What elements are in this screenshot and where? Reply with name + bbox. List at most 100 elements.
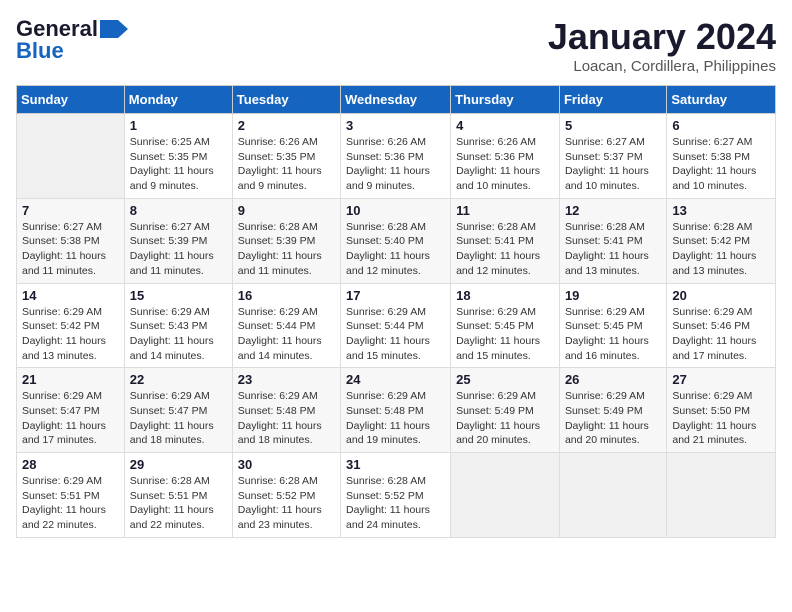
- month-title: January 2024: [548, 16, 776, 58]
- header-wednesday: Wednesday: [341, 86, 451, 114]
- cell-info: Sunrise: 6:29 AMSunset: 5:49 PMDaylight:…: [565, 389, 661, 448]
- cell-info: Sunrise: 6:27 AM Sunset: 5:38 PM Daylight:…: [672, 135, 770, 194]
- calendar-cell: 29 Sunrise: 6:28 AMSunset: 5:51 PMDayligh…: [124, 453, 232, 538]
- sunrise-text: Sunrise: 6:29 AM: [22, 390, 102, 402]
- daylight-text: Daylight: 11 hours and 17 minutes.: [22, 420, 106, 447]
- sunset-text: Sunset: 5:42 PM: [22, 320, 100, 332]
- daylight-text: Daylight: 11 hours and 9 minutes.: [130, 165, 214, 192]
- calendar-cell: 9Sunrise: 6:28 AMSunset: 5:39 PMDaylight…: [232, 198, 340, 283]
- sunset-text: Sunset: 5:52 PM: [346, 490, 424, 502]
- daylight-text: Daylight: 11 hours and 11 minutes.: [130, 250, 214, 277]
- cell-info: Sunrise: 6:27 AMSunset: 5:38 PMDaylight:…: [22, 220, 119, 279]
- cell-info: Sunrise: 6:29 AMSunset: 5:46 PMDaylight:…: [672, 305, 770, 364]
- cell-info: Sunrise: 6:29 AMSunset: 5:42 PMDaylight:…: [22, 305, 119, 364]
- cell-info: Sunrise: 6:29 AMSunset: 5:43 PMDaylight:…: [130, 305, 227, 364]
- day-number: 7: [22, 203, 119, 218]
- daylight-text: Daylight: 11 hours and 24 minutes.: [346, 504, 430, 531]
- sunset-text: Sunset: 5:40 PM: [346, 235, 424, 247]
- sunrise-text: Sunrise: 6:28 AM: [346, 475, 426, 487]
- cell-info: Sunrise: 6:29 AMSunset: 5:48 PMDaylight:…: [346, 389, 445, 448]
- day-number: 10: [346, 203, 445, 218]
- sunrise-text: Sunrise: 6:29 AM: [565, 390, 645, 402]
- calendar-cell: 11Sunrise: 6:28 AMSunset: 5:41 PMDayligh…: [451, 198, 560, 283]
- sunrise-text: Sunrise: 6:29 AM: [238, 306, 318, 318]
- sunset-text: Sunset: 5:47 PM: [22, 405, 100, 417]
- calendar-cell: 18Sunrise: 6:29 AMSunset: 5:45 PMDayligh…: [451, 283, 560, 368]
- cell-info: Sunrise: 6:29 AMSunset: 5:51 PMDaylight:…: [22, 474, 119, 533]
- sunset-text: Sunset: 5:36 PM: [456, 151, 534, 163]
- day-number: 29: [130, 457, 227, 472]
- sunset-text: Sunset: 5:46 PM: [672, 320, 750, 332]
- sunrise-text: Sunrise: 6:29 AM: [238, 390, 318, 402]
- sunrise-text: Sunrise: 6:29 AM: [456, 390, 536, 402]
- daylight-text: Daylight: 11 hours and 13 minutes.: [565, 250, 649, 277]
- cell-info: Sunrise: 6:26 AMSunset: 5:36 PMDaylight:…: [346, 135, 445, 194]
- sunrise-text: Sunrise: 6:29 AM: [22, 475, 102, 487]
- cell-info: Sunrise: 6:29 AMSunset: 5:44 PMDaylight:…: [346, 305, 445, 364]
- sunset-text: Sunset: 5:48 PM: [238, 405, 316, 417]
- calendar-cell: 28Sunrise: 6:29 AMSunset: 5:51 PMDayligh…: [17, 453, 125, 538]
- sunrise-text: Sunrise: 6:25 AM: [130, 136, 210, 148]
- calendar-cell: 2Sunrise: 6:26 AMSunset: 5:35 PMDaylight…: [232, 114, 340, 199]
- sunrise-text: Sunrise: 6:27 AM: [672, 136, 752, 148]
- sunset-text: Sunset: 5:35 PM: [238, 151, 316, 163]
- day-number: 6: [672, 118, 770, 133]
- cell-info: Sunrise: 6:28 AMSunset: 5:51 PMDaylight:…: [130, 474, 227, 533]
- logo: General Blue: [16, 16, 128, 64]
- page-header: General Blue January 2024 Loacan, Cordil…: [16, 16, 776, 75]
- calendar-cell: 17Sunrise: 6:29 AMSunset: 5:44 PMDayligh…: [341, 283, 451, 368]
- sunset-text: Sunset: 5:49 PM: [565, 405, 643, 417]
- daylight-text: Daylight: 11 hours and 22 minutes.: [22, 504, 106, 531]
- sunset-text: Sunset: 5:38 PM: [672, 151, 750, 163]
- cell-info: Sunrise: 6:25 AMSunset: 5:35 PMDaylight:…: [130, 135, 227, 194]
- daylight-text: Daylight: 11 hours and 10 minutes.: [565, 165, 649, 192]
- calendar-cell: 6 Sunrise: 6:27 AM Sunset: 5:38 PM Daylight…: [667, 114, 776, 199]
- calendar-table: SundayMondayTuesdayWednesdayThursdayFrid…: [16, 85, 776, 538]
- title-block: January 2024 Loacan, Cordillera, Philipp…: [548, 16, 776, 75]
- daylight-text: Daylight: 11 hours and 9 minutes.: [346, 165, 430, 192]
- daylight-text: Daylight: 11 hours and 12 minutes.: [456, 250, 540, 277]
- calendar-cell: [17, 114, 125, 199]
- calendar-cell: 22Sunrise: 6:29 AMSunset: 5:47 PMDayligh…: [124, 368, 232, 453]
- sunrise-text: Sunrise: 6:28 AM: [238, 221, 318, 233]
- calendar-cell: 31 Sunrise: 6:28 AM Sunset: 5:52 PM Dayligh…: [341, 453, 451, 538]
- cell-info: Sunrise: 6:29 AMSunset: 5:44 PMDaylight:…: [238, 305, 335, 364]
- sunrise-text: Sunrise: 6:28 AM: [130, 475, 210, 487]
- daylight-text: Daylight: 11 hours and 21 minutes.: [672, 420, 756, 447]
- cell-info: Sunrise: 6:28 AMSunset: 5:39 PMDaylight:…: [238, 220, 335, 279]
- header-thursday: Thursday: [451, 86, 560, 114]
- calendar-cell: 5Sunrise: 6:27 AMSunset: 5:37 PMDaylight…: [559, 114, 666, 199]
- sunset-text: Sunset: 5:48 PM: [346, 405, 424, 417]
- daylight-text: Daylight: 11 hours and 10 minutes.: [672, 165, 756, 192]
- day-number: 1: [130, 118, 227, 133]
- week-row-3: 14 Sunrise: 6:29 AMSunset: 5:42 PMDayligh…: [17, 283, 776, 368]
- daylight-text: Daylight: 11 hours and 19 minutes.: [346, 420, 430, 447]
- sunrise-text: Sunrise: 6:29 AM: [346, 306, 426, 318]
- daylight-text: Daylight: 11 hours and 9 minutes.: [238, 165, 322, 192]
- day-number: 14: [22, 288, 119, 303]
- sunset-text: Sunset: 5:43 PM: [130, 320, 208, 332]
- day-number: 8: [130, 203, 227, 218]
- day-number: 12: [565, 203, 661, 218]
- daylight-text: Daylight: 11 hours and 23 minutes.: [238, 504, 322, 531]
- cell-info: Sunrise: 6:28 AMSunset: 5:40 PMDaylight:…: [346, 220, 445, 279]
- daylight-text: Daylight: 11 hours and 11 minutes.: [22, 250, 106, 277]
- day-number: 22: [130, 372, 227, 387]
- day-number: 30: [238, 457, 335, 472]
- day-number: 31: [346, 457, 445, 472]
- week-row-5: 28Sunrise: 6:29 AMSunset: 5:51 PMDayligh…: [17, 453, 776, 538]
- calendar-cell: 26Sunrise: 6:29 AMSunset: 5:49 PMDayligh…: [559, 368, 666, 453]
- day-number: 5: [565, 118, 661, 133]
- calendar-cell: 16Sunrise: 6:29 AMSunset: 5:44 PMDayligh…: [232, 283, 340, 368]
- day-number: 15: [130, 288, 227, 303]
- day-number: 11: [456, 203, 554, 218]
- day-number: 20: [672, 288, 770, 303]
- sunset-text: Sunset: 5:38 PM: [22, 235, 100, 247]
- cell-info: Sunrise: 6:28 AMSunset: 5:52 PMDaylight:…: [238, 474, 335, 533]
- calendar-cell: 10 Sunrise: 6:28 AMSunset: 5:40 PMDayligh…: [341, 198, 451, 283]
- sunset-text: Sunset: 5:45 PM: [456, 320, 534, 332]
- day-number: 21: [22, 372, 119, 387]
- sunrise-text: Sunrise: 6:26 AM: [238, 136, 318, 148]
- calendar-cell: 12Sunrise: 6:28 AMSunset: 5:41 PMDayligh…: [559, 198, 666, 283]
- sunrise-text: Sunrise: 6:29 AM: [672, 390, 752, 402]
